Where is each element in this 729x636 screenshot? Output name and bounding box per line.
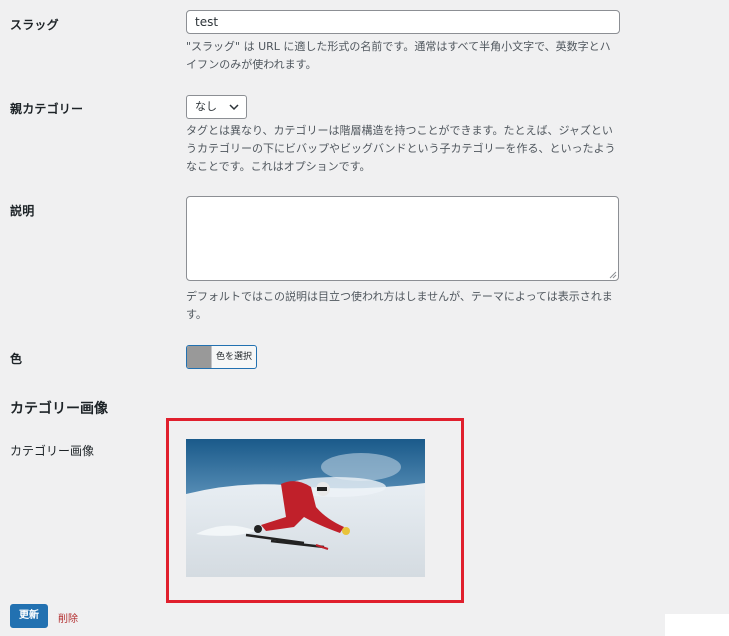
color-label: 色 <box>10 352 23 366</box>
color-swatch <box>187 346 212 368</box>
color-picker-label: 色を選択 <box>215 352 252 362</box>
category-image-label: カテゴリー画像 <box>10 444 95 458</box>
slug-description: "スラッグ" は URL に適した形式の名前です。通常はすべて半角小文字で、英数… <box>186 40 611 71</box>
description-textarea[interactable] <box>186 196 619 281</box>
parent-category-select[interactable]: なし <box>186 95 247 119</box>
blank-area <box>665 614 729 636</box>
parent-category-label: 親カテゴリー <box>10 102 84 116</box>
highlight-frame <box>166 418 464 603</box>
slug-label: スラッグ <box>10 18 59 32</box>
chevron-down-icon <box>229 104 239 111</box>
slug-input[interactable]: test <box>186 10 620 34</box>
description-help: デフォルトではこの説明は目立つ使われ方はしませんが、テーマによっては表示されます… <box>186 290 613 321</box>
color-picker-button[interactable]: 色を選択 <box>186 345 257 369</box>
category-image-heading: カテゴリー画像 <box>10 401 108 417</box>
delete-link[interactable]: 削除 <box>58 610 78 625</box>
update-button[interactable]: 更新 <box>10 604 48 628</box>
description-label: 説明 <box>10 204 35 218</box>
parent-category-selected: なし <box>195 100 217 113</box>
resize-grip-icon[interactable] <box>609 271 617 279</box>
parent-category-description: タグとは異なり、カテゴリーは階層構造を持つことができます。たとえば、ジャズという… <box>186 124 616 173</box>
